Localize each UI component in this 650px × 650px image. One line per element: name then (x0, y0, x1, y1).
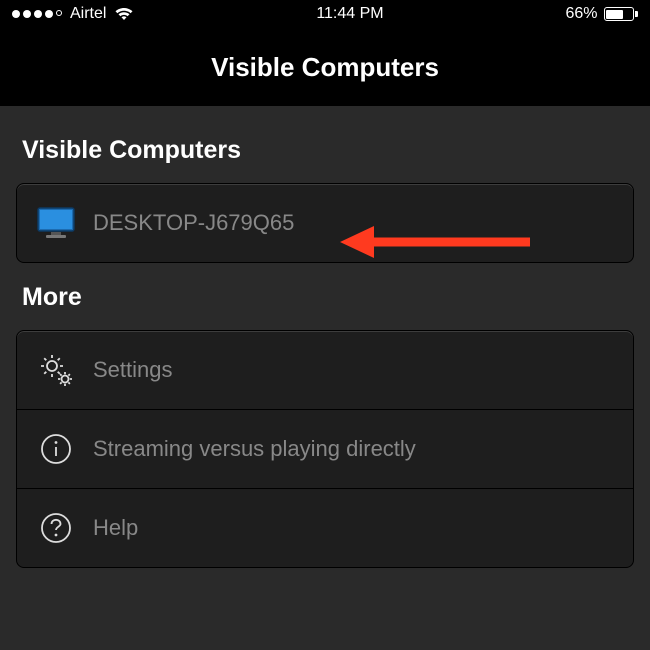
streaming-info-label: Streaming versus playing directly (93, 436, 416, 462)
settings-row[interactable]: Settings (17, 331, 633, 409)
status-time: 11:44 PM (316, 5, 383, 23)
nav-bar: Visible Computers (0, 28, 650, 106)
section-header-more: More (0, 263, 650, 330)
carrier-label: Airtel (70, 5, 106, 23)
content: Visible Computers DESKTOP-J679Q65 More (0, 106, 650, 568)
signal-strength-icon (12, 10, 62, 18)
visible-computers-list: DESKTOP-J679Q65 (16, 183, 634, 263)
section-header-visible: Visible Computers (0, 116, 650, 183)
help-row[interactable]: Help (17, 488, 633, 567)
question-icon (37, 509, 75, 547)
streaming-info-row[interactable]: Streaming versus playing directly (17, 409, 633, 488)
more-list: Settings Streaming versus playing direct… (16, 330, 634, 568)
status-bar: Airtel 11:44 PM 66% (0, 0, 650, 28)
status-left: Airtel (12, 5, 134, 23)
computer-row[interactable]: DESKTOP-J679Q65 (17, 184, 633, 262)
settings-label: Settings (93, 357, 173, 383)
help-label: Help (93, 515, 138, 541)
monitor-icon (37, 204, 75, 242)
info-icon (37, 430, 75, 468)
gear-icon (37, 351, 75, 389)
wifi-icon (114, 7, 134, 21)
status-right: 66% (565, 5, 638, 23)
battery-icon (604, 7, 639, 21)
computer-name-label: DESKTOP-J679Q65 (93, 210, 294, 236)
battery-percent-label: 66% (565, 5, 597, 23)
nav-title: Visible Computers (211, 52, 439, 83)
